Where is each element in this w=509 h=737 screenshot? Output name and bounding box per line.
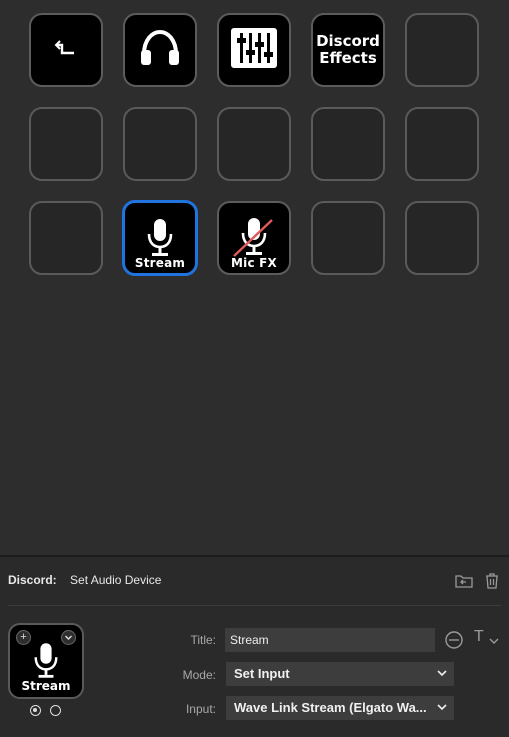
key-empty[interactable] (405, 107, 479, 181)
state-radio-1[interactable] (30, 705, 41, 716)
mixer-sliders-icon (231, 27, 277, 73)
title-input[interactable] (225, 628, 435, 652)
input-select-value: Wave Link Stream (Elgato Wa... (234, 700, 427, 715)
microphone-icon (10, 641, 82, 684)
key-discord-effects[interactable]: Discord Effects (311, 13, 385, 87)
input-select[interactable]: Wave Link Stream (Elgato Wa... (226, 696, 454, 720)
key-preview[interactable]: + Stream (8, 623, 84, 699)
key-preview-label: Stream (21, 679, 71, 693)
key-empty[interactable] (29, 201, 103, 275)
mode-label: Mode: (182, 668, 216, 682)
mode-select[interactable]: Set Input (226, 662, 454, 686)
chevron-down-icon[interactable] (488, 633, 500, 651)
key-empty[interactable] (217, 107, 291, 181)
key-mixer[interactable] (217, 13, 291, 87)
title-label: Title: (190, 633, 216, 647)
key-empty[interactable] (29, 107, 103, 181)
chevron-down-icon (437, 704, 447, 711)
key-mic-fx[interactable]: Mic FX (217, 201, 291, 275)
key-empty[interactable] (405, 13, 479, 87)
mode-select-value: Set Input (234, 666, 290, 681)
key-back[interactable] (29, 13, 103, 87)
key-empty[interactable] (123, 107, 197, 181)
key-mic-fx-label: Mic FX (231, 256, 277, 270)
text-format-icon[interactable]: T (474, 628, 484, 646)
chevron-down-icon (437, 670, 447, 677)
state-radio-2[interactable] (50, 705, 61, 716)
action-header: Discord: Set Audio Device (8, 573, 161, 587)
action-name: Set Audio Device (70, 573, 162, 587)
input-label: Input: (185, 702, 216, 716)
key-stream-label: Stream (134, 256, 186, 270)
back-arrow-icon (54, 39, 78, 62)
key-empty[interactable] (311, 201, 385, 275)
key-empty[interactable] (311, 107, 385, 181)
stream-deck-canvas: Discord Effects Stream Mic FX (0, 0, 509, 555)
key-empty[interactable] (405, 201, 479, 275)
divider (8, 605, 501, 606)
property-inspector: Discord: Set Audio Device + Stream Title… (0, 555, 509, 737)
trash-icon[interactable] (482, 571, 502, 591)
folder-icon[interactable] (454, 571, 474, 591)
headphones-icon (138, 28, 182, 73)
key-stream[interactable]: Stream (122, 200, 198, 276)
key-headphones[interactable] (123, 13, 197, 87)
title-alignment-icon[interactable] (443, 630, 465, 655)
plugin-name: Discord: (8, 573, 57, 587)
discord-effects-label: Discord Effects (316, 32, 380, 67)
